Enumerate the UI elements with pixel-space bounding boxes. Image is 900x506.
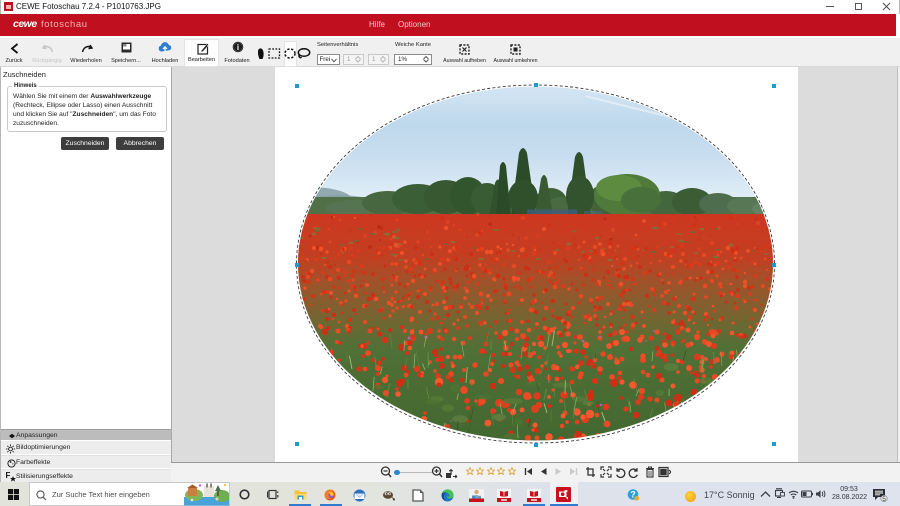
svg-text:i: i: [236, 43, 238, 52]
svg-text:5: 5: [882, 496, 886, 502]
